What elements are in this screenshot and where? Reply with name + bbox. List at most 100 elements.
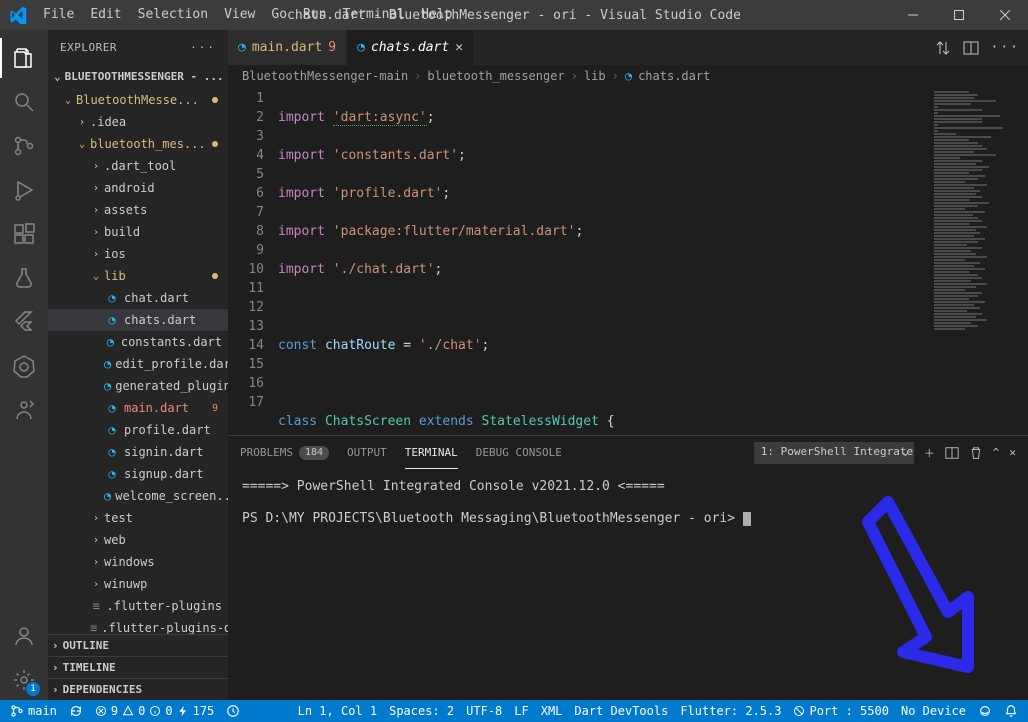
testing-activity-icon[interactable] bbox=[0, 258, 48, 298]
tree-folder-assets[interactable]: ›assets bbox=[48, 199, 228, 221]
tree-folder-android[interactable]: ›android bbox=[48, 177, 228, 199]
timeline-section[interactable]: ›TIMELINE bbox=[48, 656, 228, 678]
menu-run[interactable]: Run bbox=[295, 0, 334, 30]
breadcrumb-item[interactable]: BluetoothMessenger-main bbox=[242, 69, 408, 83]
tree-file-edit-profile[interactable]: ◔edit_profile.dart bbox=[48, 353, 228, 375]
menu-file[interactable]: File bbox=[35, 0, 82, 30]
maximize-panel-icon[interactable]: ^ bbox=[993, 446, 1000, 459]
status-port[interactable]: Port : 5500 bbox=[787, 700, 894, 722]
tab-main-dart[interactable]: ◔ main.dart 9 bbox=[228, 30, 347, 65]
tree-folder-web[interactable]: ›web bbox=[48, 529, 228, 551]
tree-folder-root[interactable]: ⌄BluetoothMesse... bbox=[48, 89, 228, 111]
code-content[interactable]: import 'dart:async'; import 'constants.d… bbox=[278, 87, 928, 435]
terminal-body[interactable]: =====> PowerShell Integrated Console v20… bbox=[228, 469, 1028, 700]
tree-file-flutter-plugins-de[interactable]: ≡.flutter-plugins-de... bbox=[48, 617, 228, 634]
status-bell-icon[interactable] bbox=[998, 700, 1024, 722]
status-eol[interactable]: LF bbox=[508, 700, 534, 722]
tree-folder-build[interactable]: ›build bbox=[48, 221, 228, 243]
explorer-activity-icon[interactable] bbox=[0, 38, 48, 78]
tree-file-profile[interactable]: ◔profile.dart bbox=[48, 419, 228, 441]
status-feedback-icon[interactable] bbox=[972, 700, 998, 722]
menu-go[interactable]: Go bbox=[263, 0, 295, 30]
close-tab-icon[interactable]: ✕ bbox=[455, 40, 463, 55]
run-debug-activity-icon[interactable] bbox=[0, 170, 48, 210]
tree-file-gen-plugin[interactable]: ◔generated_plugin... bbox=[48, 375, 228, 397]
menu-view[interactable]: View bbox=[216, 0, 263, 30]
breadcrumb-item[interactable]: chats.dart bbox=[638, 69, 710, 83]
window-controls bbox=[890, 0, 1028, 30]
remote-activity-icon[interactable] bbox=[0, 390, 48, 430]
close-button[interactable] bbox=[982, 0, 1028, 30]
panel-tab-terminal[interactable]: TERMINAL bbox=[405, 436, 458, 469]
tree-folder-windows[interactable]: ›windows bbox=[48, 551, 228, 573]
status-flutter[interactable]: Flutter: 2.5.3 bbox=[674, 700, 787, 722]
status-no-device[interactable]: No Device bbox=[895, 700, 972, 722]
split-terminal-icon[interactable] bbox=[945, 446, 959, 460]
code-editor[interactable]: 1234567891011121314151617 import 'dart:a… bbox=[228, 87, 1028, 435]
dart-file-icon: ◔ bbox=[104, 489, 111, 503]
breadcrumbs[interactable]: BluetoothMessenger-main› bluetooth_messe… bbox=[228, 65, 1028, 87]
status-encoding[interactable]: UTF-8 bbox=[460, 700, 508, 722]
compare-changes-icon[interactable] bbox=[935, 40, 951, 56]
more-actions-icon[interactable]: ··· bbox=[991, 40, 1020, 55]
panel-tab-output[interactable]: OUTPUT bbox=[347, 436, 387, 469]
menu-terminal[interactable]: Terminal bbox=[335, 0, 414, 30]
line-gutter: 1234567891011121314151617 bbox=[228, 87, 278, 435]
extensions-activity-icon[interactable] bbox=[0, 214, 48, 254]
status-errors-warnings[interactable]: 9 0 0 175 bbox=[89, 700, 220, 722]
maximize-button[interactable] bbox=[936, 0, 982, 30]
tree-folder-ios[interactable]: ›ios bbox=[48, 243, 228, 265]
tree-file-main[interactable]: ◔main.dart9 bbox=[48, 397, 228, 419]
terminal-select[interactable]: 1: PowerShell Integrated ⌄ bbox=[754, 442, 914, 464]
minimize-button[interactable] bbox=[890, 0, 936, 30]
project-title-row[interactable]: ⌄ BLUETOOTHMESSENGER - ... bbox=[48, 65, 228, 87]
tree-folder-test[interactable]: ›test bbox=[48, 507, 228, 529]
tree-folder-winuwp[interactable]: ›winuwp bbox=[48, 573, 228, 595]
status-sync-icon[interactable] bbox=[63, 700, 89, 722]
tree-folder-dart-tool[interactable]: ›.dart_tool bbox=[48, 155, 228, 177]
status-live-share-icon[interactable] bbox=[220, 700, 246, 722]
new-terminal-icon[interactable]: ＋ bbox=[924, 445, 935, 461]
status-dart-devtools[interactable]: Dart DevTools bbox=[568, 700, 674, 722]
tree-file-signin[interactable]: ◔signin.dart bbox=[48, 441, 228, 463]
status-lncol[interactable]: Ln 1, Col 1 bbox=[292, 700, 383, 722]
account-activity-icon[interactable] bbox=[0, 616, 48, 656]
status-lang[interactable]: XML bbox=[535, 700, 569, 722]
tree-file-chats[interactable]: ◔chats.dart bbox=[48, 309, 228, 331]
terminal-prompt: PS D:\MY PROJECTS\Bluetooth Messaging\Bl… bbox=[242, 509, 1014, 529]
outline-section[interactable]: ›OUTLINE bbox=[48, 634, 228, 656]
tree-folder-lib[interactable]: ⌄lib bbox=[48, 265, 228, 287]
close-panel-icon[interactable]: ✕ bbox=[1009, 446, 1016, 459]
settings-activity-icon[interactable]: 1 bbox=[0, 660, 48, 700]
tree-file-welcome[interactable]: ◔welcome_screen.... bbox=[48, 485, 228, 507]
status-spaces[interactable]: Spaces: 2 bbox=[383, 700, 460, 722]
minimap[interactable] bbox=[928, 87, 1028, 435]
dependencies-section[interactable]: ›DEPENDENCIES bbox=[48, 678, 228, 700]
tree-folder-idea[interactable]: ›.idea bbox=[48, 111, 228, 133]
dart-file-icon: ◔ bbox=[238, 40, 246, 55]
menu-help[interactable]: Help bbox=[413, 0, 460, 30]
kill-terminal-icon[interactable] bbox=[969, 446, 983, 460]
tree-file-constants[interactable]: ◔constants.dart bbox=[48, 331, 228, 353]
split-editor-icon[interactable] bbox=[963, 40, 979, 56]
flutter-activity-icon[interactable] bbox=[0, 302, 48, 342]
menu-edit[interactable]: Edit bbox=[82, 0, 129, 30]
panel-tab-debug-console[interactable]: DEBUG CONSOLE bbox=[476, 436, 562, 469]
tab-actions: ··· bbox=[935, 30, 1028, 65]
kubernetes-activity-icon[interactable] bbox=[0, 346, 48, 386]
tree-folder-bluetooth-mes[interactable]: ⌄bluetooth_mes... bbox=[48, 133, 228, 155]
breadcrumb-item[interactable]: lib bbox=[584, 69, 606, 83]
menu-selection[interactable]: Selection bbox=[130, 0, 216, 30]
sidebar-more-icon[interactable]: ··· bbox=[190, 41, 216, 54]
file-icon: ≡ bbox=[90, 621, 97, 634]
panel-tab-problems[interactable]: PROBLEMS184 bbox=[240, 436, 329, 469]
breadcrumb-item[interactable]: bluetooth_messenger bbox=[427, 69, 564, 83]
tab-chats-dart[interactable]: ◔ chats.dart ✕ bbox=[347, 30, 474, 65]
source-control-activity-icon[interactable] bbox=[0, 126, 48, 166]
tree-file-flutter-plugins[interactable]: ≡.flutter-plugins bbox=[48, 595, 228, 617]
search-activity-icon[interactable] bbox=[0, 82, 48, 122]
status-branch[interactable]: main bbox=[4, 700, 63, 722]
dart-file-icon: ◔ bbox=[104, 467, 120, 481]
tree-file-chat[interactable]: ◔chat.dart bbox=[48, 287, 228, 309]
tree-file-signup[interactable]: ◔signup.dart bbox=[48, 463, 228, 485]
